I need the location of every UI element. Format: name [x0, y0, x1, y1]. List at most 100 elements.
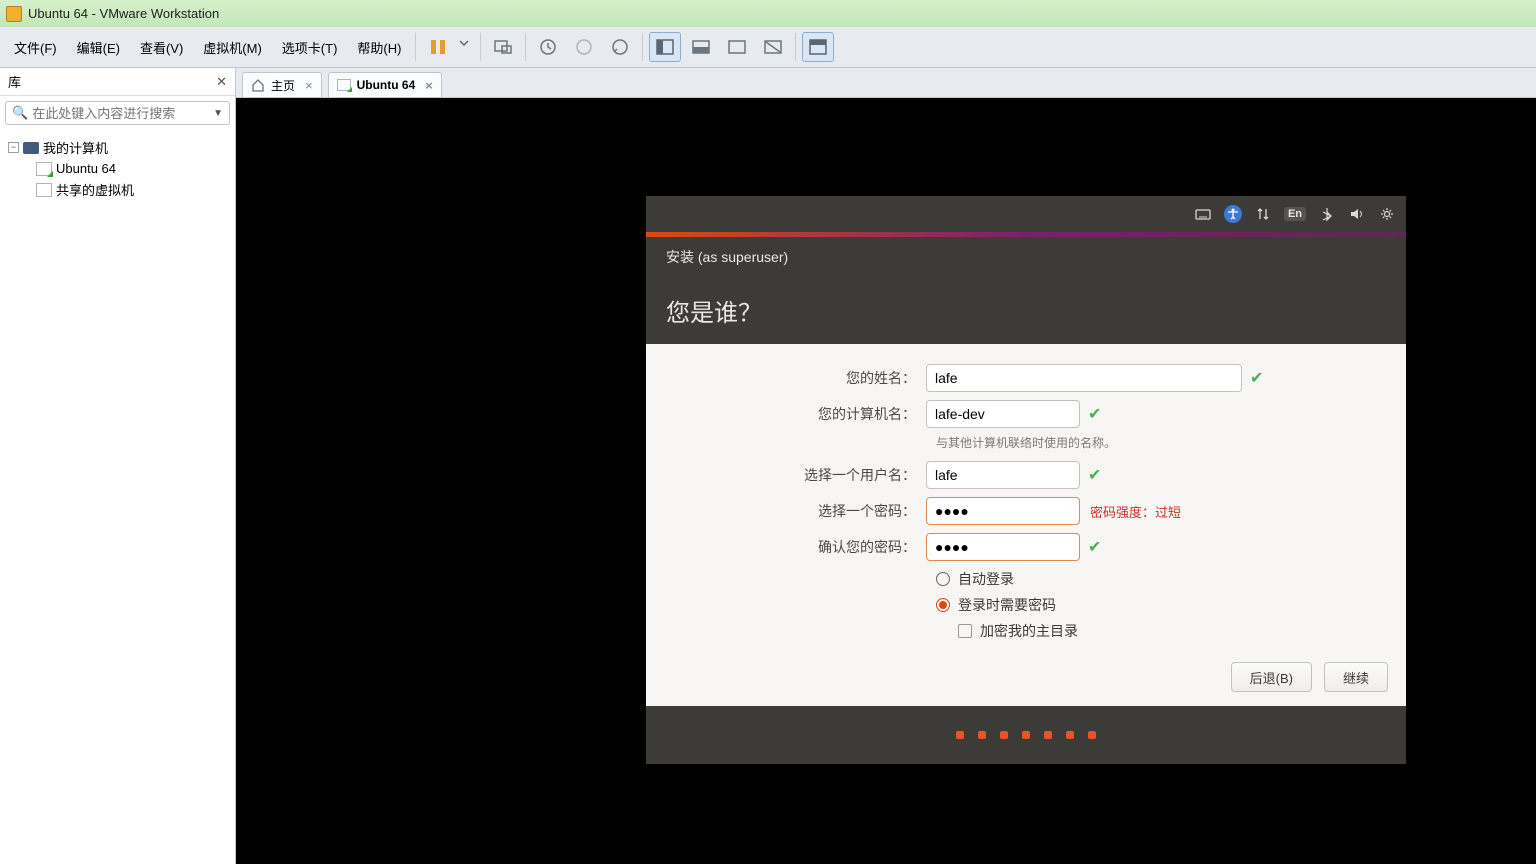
checkbox-encrypt-label: 加密我的主目录	[980, 621, 1078, 641]
menu-view[interactable]: 查看(V)	[130, 32, 193, 63]
menu-bar: 文件(F) 编辑(E) 查看(V) 虚拟机(M) 选项卡(T) 帮助(H)	[0, 27, 1536, 68]
title-bar: Ubuntu 64 - VMware Workstation	[0, 0, 1536, 27]
snapshot-manage-button[interactable]	[604, 32, 636, 62]
tab-home-label: 主页	[271, 77, 295, 94]
installer-subtitle: 安装 (as superuser)	[666, 247, 1386, 267]
checkbox-encrypt-home[interactable]: 加密我的主目录	[958, 621, 1386, 641]
main-area: 主页 × Ubuntu 64 × En	[236, 68, 1536, 864]
pw-label: 选择一个密码：	[666, 501, 926, 521]
search-dropdown-icon[interactable]: ▼	[213, 108, 223, 119]
check-icon: ✔	[1088, 404, 1101, 424]
tab-vm[interactable]: Ubuntu 64 ×	[328, 72, 442, 97]
tree-root[interactable]: − 我的计算机	[4, 136, 231, 159]
tree-shared-item[interactable]: 共享的虚拟机	[4, 178, 231, 201]
sidebar-header: 库 ✕	[0, 68, 235, 96]
computer-icon	[23, 142, 39, 154]
ubuntu-form: 您的姓名： ✔ 您的计算机名： ✔ 与其他计算机联络时使用的名称。 选择一个用户…	[646, 344, 1406, 667]
view-stretch-button[interactable]	[685, 32, 717, 62]
send-ctrl-alt-del-button[interactable]	[487, 32, 519, 62]
password-confirm-input[interactable]	[926, 533, 1080, 561]
vm-icon	[337, 79, 351, 91]
library-sidebar: 库 ✕ 🔍 ▼ − 我的计算机 Ubuntu 64 共享的虚拟机	[0, 68, 236, 864]
separator	[795, 33, 796, 61]
password-strength-hint: 密码强度：过短	[1090, 502, 1181, 521]
pause-dropdown[interactable]	[458, 32, 474, 62]
ubuntu-system-tray: En	[646, 196, 1406, 232]
dot-icon	[1088, 731, 1096, 739]
separator	[480, 33, 481, 61]
tab-bar: 主页 × Ubuntu 64 ×	[236, 68, 1536, 98]
dot-icon	[978, 731, 986, 739]
check-icon: ✔	[1088, 537, 1101, 557]
home-icon	[251, 78, 265, 92]
ubuntu-banner: 安装 (as superuser) 您是谁？	[646, 237, 1406, 344]
host-hint: 与其他计算机联络时使用的名称。	[936, 434, 1386, 451]
menu-edit[interactable]: 编辑(E)	[67, 32, 130, 63]
vm-display[interactable]: En 安装 (as superuser) 您是谁？ 您的姓名： ✔	[236, 98, 1536, 864]
checkbox-icon	[958, 624, 972, 638]
user-input[interactable]	[926, 461, 1080, 489]
dot-icon	[1044, 731, 1052, 739]
radio-req-label: 登录时需要密码	[958, 595, 1056, 615]
host-label: 您的计算机名：	[666, 404, 926, 424]
button-row: 后退(B) 继续	[1231, 662, 1388, 692]
tab-vm-close[interactable]: ×	[425, 78, 433, 93]
search-input[interactable]	[32, 106, 213, 121]
view-library-button[interactable]	[802, 32, 834, 62]
snapshot-take-button[interactable]	[532, 32, 564, 62]
dot-icon	[1000, 731, 1008, 739]
radio-auto-label: 自动登录	[958, 569, 1014, 589]
vm-tree: − 我的计算机 Ubuntu 64 共享的虚拟机	[0, 130, 235, 207]
installer-title: 您是谁？	[666, 293, 1386, 328]
menu-vm[interactable]: 虚拟机(M)	[193, 32, 272, 63]
sidebar-title: 库	[8, 72, 21, 91]
separator	[642, 33, 643, 61]
app-icon	[6, 6, 22, 22]
menu-help[interactable]: 帮助(H)	[347, 32, 411, 63]
continue-button[interactable]: 继续	[1324, 662, 1388, 692]
dot-icon	[1066, 731, 1074, 739]
sidebar-search[interactable]: 🔍 ▼	[5, 101, 230, 125]
dot-icon	[956, 731, 964, 739]
gear-icon[interactable]	[1378, 205, 1396, 223]
progress-dots	[646, 706, 1406, 764]
radio-auto-login[interactable]: 自动登录	[936, 569, 1386, 589]
accessibility-icon[interactable]	[1224, 205, 1242, 223]
sidebar-close-button[interactable]: ✕	[216, 74, 227, 90]
tab-home-close[interactable]: ×	[305, 78, 313, 93]
menu-file[interactable]: 文件(F)	[4, 32, 67, 63]
name-input[interactable]	[926, 364, 1242, 392]
network-icon[interactable]	[1254, 205, 1272, 223]
tree-shared-label: 共享的虚拟机	[56, 180, 134, 199]
back-button[interactable]: 后退(B)	[1231, 662, 1312, 692]
shared-vm-icon	[36, 183, 52, 197]
pw2-label: 确认您的密码：	[666, 537, 926, 557]
tree-vm-item[interactable]: Ubuntu 64	[4, 159, 231, 178]
tree-vm-label: Ubuntu 64	[56, 161, 116, 176]
pause-button[interactable]	[422, 32, 454, 62]
name-label: 您的姓名：	[666, 368, 926, 388]
radio-require-password[interactable]: 登录时需要密码	[936, 595, 1386, 615]
menu-tabs[interactable]: 选项卡(T)	[272, 32, 348, 63]
tree-collapse-icon[interactable]: −	[8, 142, 19, 153]
separator	[415, 33, 416, 61]
radio-icon	[936, 598, 950, 612]
separator	[525, 33, 526, 61]
view-fullscreen-button[interactable]	[721, 32, 753, 62]
bluetooth-icon[interactable]	[1318, 205, 1336, 223]
vm-icon	[36, 162, 52, 176]
tab-home[interactable]: 主页 ×	[242, 72, 322, 97]
password-input[interactable]	[926, 497, 1080, 525]
volume-icon[interactable]	[1348, 205, 1366, 223]
view-console-button[interactable]	[649, 32, 681, 62]
host-input[interactable]	[926, 400, 1080, 428]
tab-vm-label: Ubuntu 64	[357, 78, 416, 92]
dot-icon	[1022, 731, 1030, 739]
language-indicator[interactable]: En	[1284, 207, 1306, 221]
window-title: Ubuntu 64 - VMware Workstation	[28, 6, 219, 21]
check-icon: ✔	[1250, 368, 1263, 388]
radio-icon	[936, 572, 950, 586]
keyboard-icon[interactable]	[1194, 205, 1212, 223]
view-unity-button[interactable]	[757, 32, 789, 62]
snapshot-revert-button[interactable]	[568, 32, 600, 62]
